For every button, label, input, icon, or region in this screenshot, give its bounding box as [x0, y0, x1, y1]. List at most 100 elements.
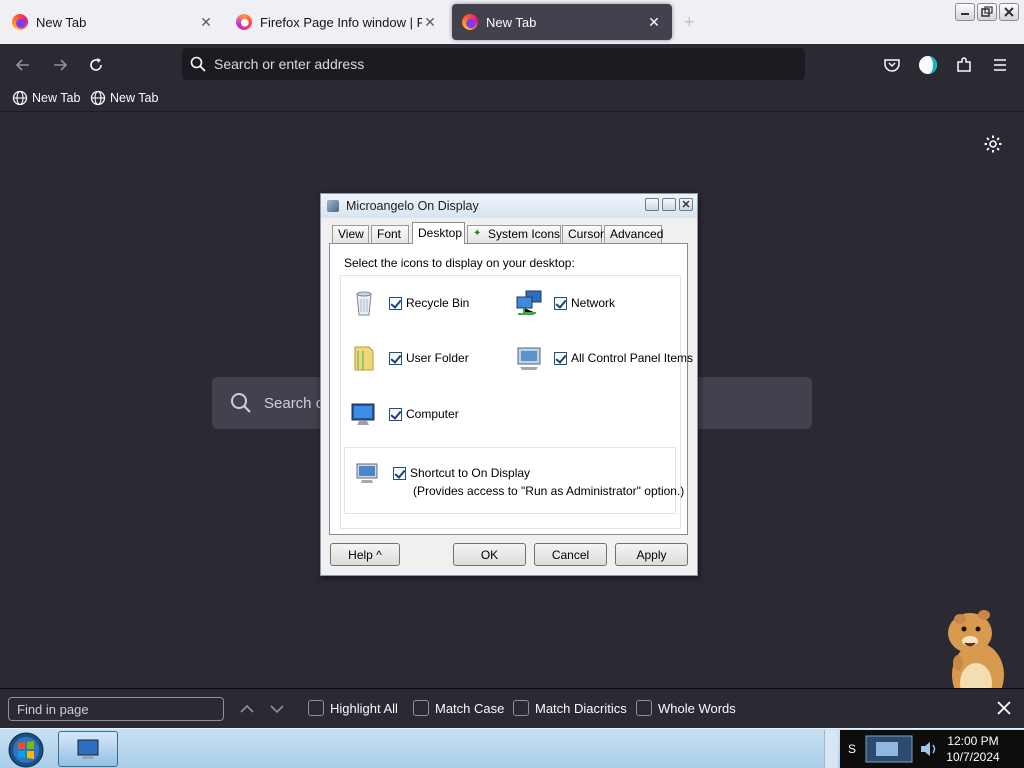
bookmark-label: New Tab [110, 91, 159, 105]
back-button[interactable] [11, 53, 35, 77]
reload-icon [90, 58, 102, 71]
match-diacritics-label: Match Diacritics [535, 700, 627, 716]
user-folder-checkbox[interactable] [389, 351, 402, 365]
clock-time: 12:00 PM [947, 734, 999, 748]
close-icon[interactable]: ✕ [198, 14, 214, 31]
taskbar-scrollbar[interactable] [824, 730, 838, 768]
computer-label: Computer [406, 407, 459, 421]
match-case-label: Match Case [435, 700, 505, 716]
gear-icon[interactable] [983, 134, 1003, 154]
tab-title: New Tab [486, 14, 537, 30]
bookmark-label: New Tab [32, 91, 81, 105]
close-icon[interactable] [994, 698, 1014, 718]
puzzle-icon [957, 57, 971, 72]
tab-page-info[interactable]: Firefox Page Info window | Firef ✕ [226, 4, 448, 40]
checkbox-box [413, 700, 429, 716]
navigation-toolbar [0, 44, 1024, 86]
help-button[interactable]: Help ^ [330, 543, 400, 566]
control-panel-label: All Control Panel Items [571, 351, 694, 365]
item-user-folder: User Folder [349, 343, 469, 373]
tab-new-tab-1[interactable]: New Tab ✕ [2, 4, 224, 40]
arrow-left-icon [15, 59, 29, 71]
find-in-page-input[interactable] [8, 697, 224, 721]
tab-new-tab-active[interactable]: New Tab ✕ [452, 4, 672, 40]
dialog-maximize-button[interactable] [662, 198, 676, 211]
tab-title: New Tab [36, 14, 87, 30]
tab-cursor[interactable]: Cursor [562, 225, 604, 243]
desktop-icon-list: Recycle Bin Network User Folder All Cont… [340, 275, 693, 529]
taskbar-app-button[interactable] [58, 731, 118, 767]
match-diacritics-checkbox[interactable]: Match Diacritics [513, 700, 627, 716]
recycle-bin-label: Recycle Bin [406, 296, 470, 310]
firefox-icon [236, 14, 252, 30]
shortcut-section: Shortcut to On Display (Provides access … [344, 447, 684, 514]
tab-desktop[interactable]: Desktop [412, 222, 465, 244]
user-folder-label: User Folder [406, 351, 469, 365]
globe-icon [90, 90, 106, 106]
network-checkbox[interactable] [554, 296, 567, 310]
apply-button[interactable]: Apply [615, 543, 688, 566]
search-icon [231, 393, 251, 413]
shortcut-checkbox[interactable] [393, 466, 406, 480]
on-display-shortcut-icon [356, 463, 378, 483]
dialog-close-button[interactable] [679, 198, 693, 211]
recycle-bin-checkbox[interactable] [389, 296, 402, 310]
firefox-icon [12, 14, 28, 30]
reload-button[interactable] [84, 53, 108, 77]
item-all-control-panel-items: All Control Panel Items [514, 343, 693, 373]
tab-font[interactable]: Font [371, 225, 409, 243]
minimize-button[interactable] [955, 3, 975, 21]
find-previous-button[interactable] [238, 700, 256, 718]
dialog-titlebar[interactable]: Microangelo On Display [321, 194, 697, 218]
computer-checkbox[interactable] [389, 407, 402, 421]
account-icon [919, 56, 937, 74]
item-recycle-bin: Recycle Bin [349, 288, 469, 318]
tab-system-icons[interactable]: ✦ System Icons [467, 225, 561, 243]
instruction-text: Select the icons to display on your desk… [344, 256, 575, 270]
computer-icon [77, 739, 99, 759]
menu-button[interactable] [988, 53, 1012, 77]
tray-app-icon[interactable] [864, 734, 914, 764]
close-window-button[interactable] [999, 3, 1019, 21]
hamburger-menu-icon [994, 59, 1006, 71]
tray-overflow-icon[interactable]: S [848, 742, 856, 756]
highlight-all-checkbox[interactable]: Highlight All [308, 700, 398, 716]
bookmark-new-tab-2[interactable]: New Tab [90, 90, 158, 106]
extensions-button[interactable] [952, 53, 976, 77]
computer-icon [351, 403, 375, 425]
close-icon[interactable]: ✕ [646, 14, 662, 31]
taskbar-clock[interactable]: 12:00 PM 10/7/2024 [940, 733, 1006, 765]
match-case-checkbox[interactable]: Match Case [413, 700, 504, 716]
dialog-minimize-button[interactable] [645, 198, 659, 211]
cancel-button[interactable]: Cancel [534, 543, 607, 566]
pocket-button[interactable] [880, 53, 904, 77]
search-icon [190, 56, 206, 72]
recycle-bin-icon [356, 291, 372, 316]
bookmark-new-tab-1[interactable]: New Tab [12, 90, 80, 106]
url-bar[interactable] [182, 48, 805, 80]
app-icon [327, 200, 339, 212]
account-button[interactable] [916, 53, 940, 77]
tab-view[interactable]: View [332, 225, 369, 243]
tab-system-icons-label: System Icons [488, 227, 561, 241]
volume-icon[interactable] [918, 738, 940, 760]
whole-words-label: Whole Words [658, 700, 736, 716]
whole-words-checkbox[interactable]: Whole Words [636, 700, 736, 716]
item-computer: Computer [349, 399, 459, 429]
control-panel-checkbox[interactable] [554, 351, 567, 365]
item-network: Network [514, 288, 615, 318]
restore-button[interactable] [977, 3, 997, 21]
url-input[interactable] [214, 56, 774, 72]
tab-advanced[interactable]: Advanced [604, 225, 663, 243]
highlight-all-label: Highlight All [330, 700, 398, 716]
checkbox-box [636, 700, 652, 716]
close-icon[interactable]: ✕ [422, 14, 438, 31]
network-label: Network [571, 296, 616, 310]
control-panel-icon [517, 347, 541, 370]
clock-date: 10/7/2024 [946, 750, 1000, 764]
find-next-button[interactable] [268, 700, 286, 718]
forward-button[interactable] [48, 53, 72, 77]
start-button[interactable] [6, 731, 46, 768]
new-tab-plus-icon[interactable]: + [684, 12, 695, 33]
ok-button[interactable]: OK [453, 543, 526, 566]
